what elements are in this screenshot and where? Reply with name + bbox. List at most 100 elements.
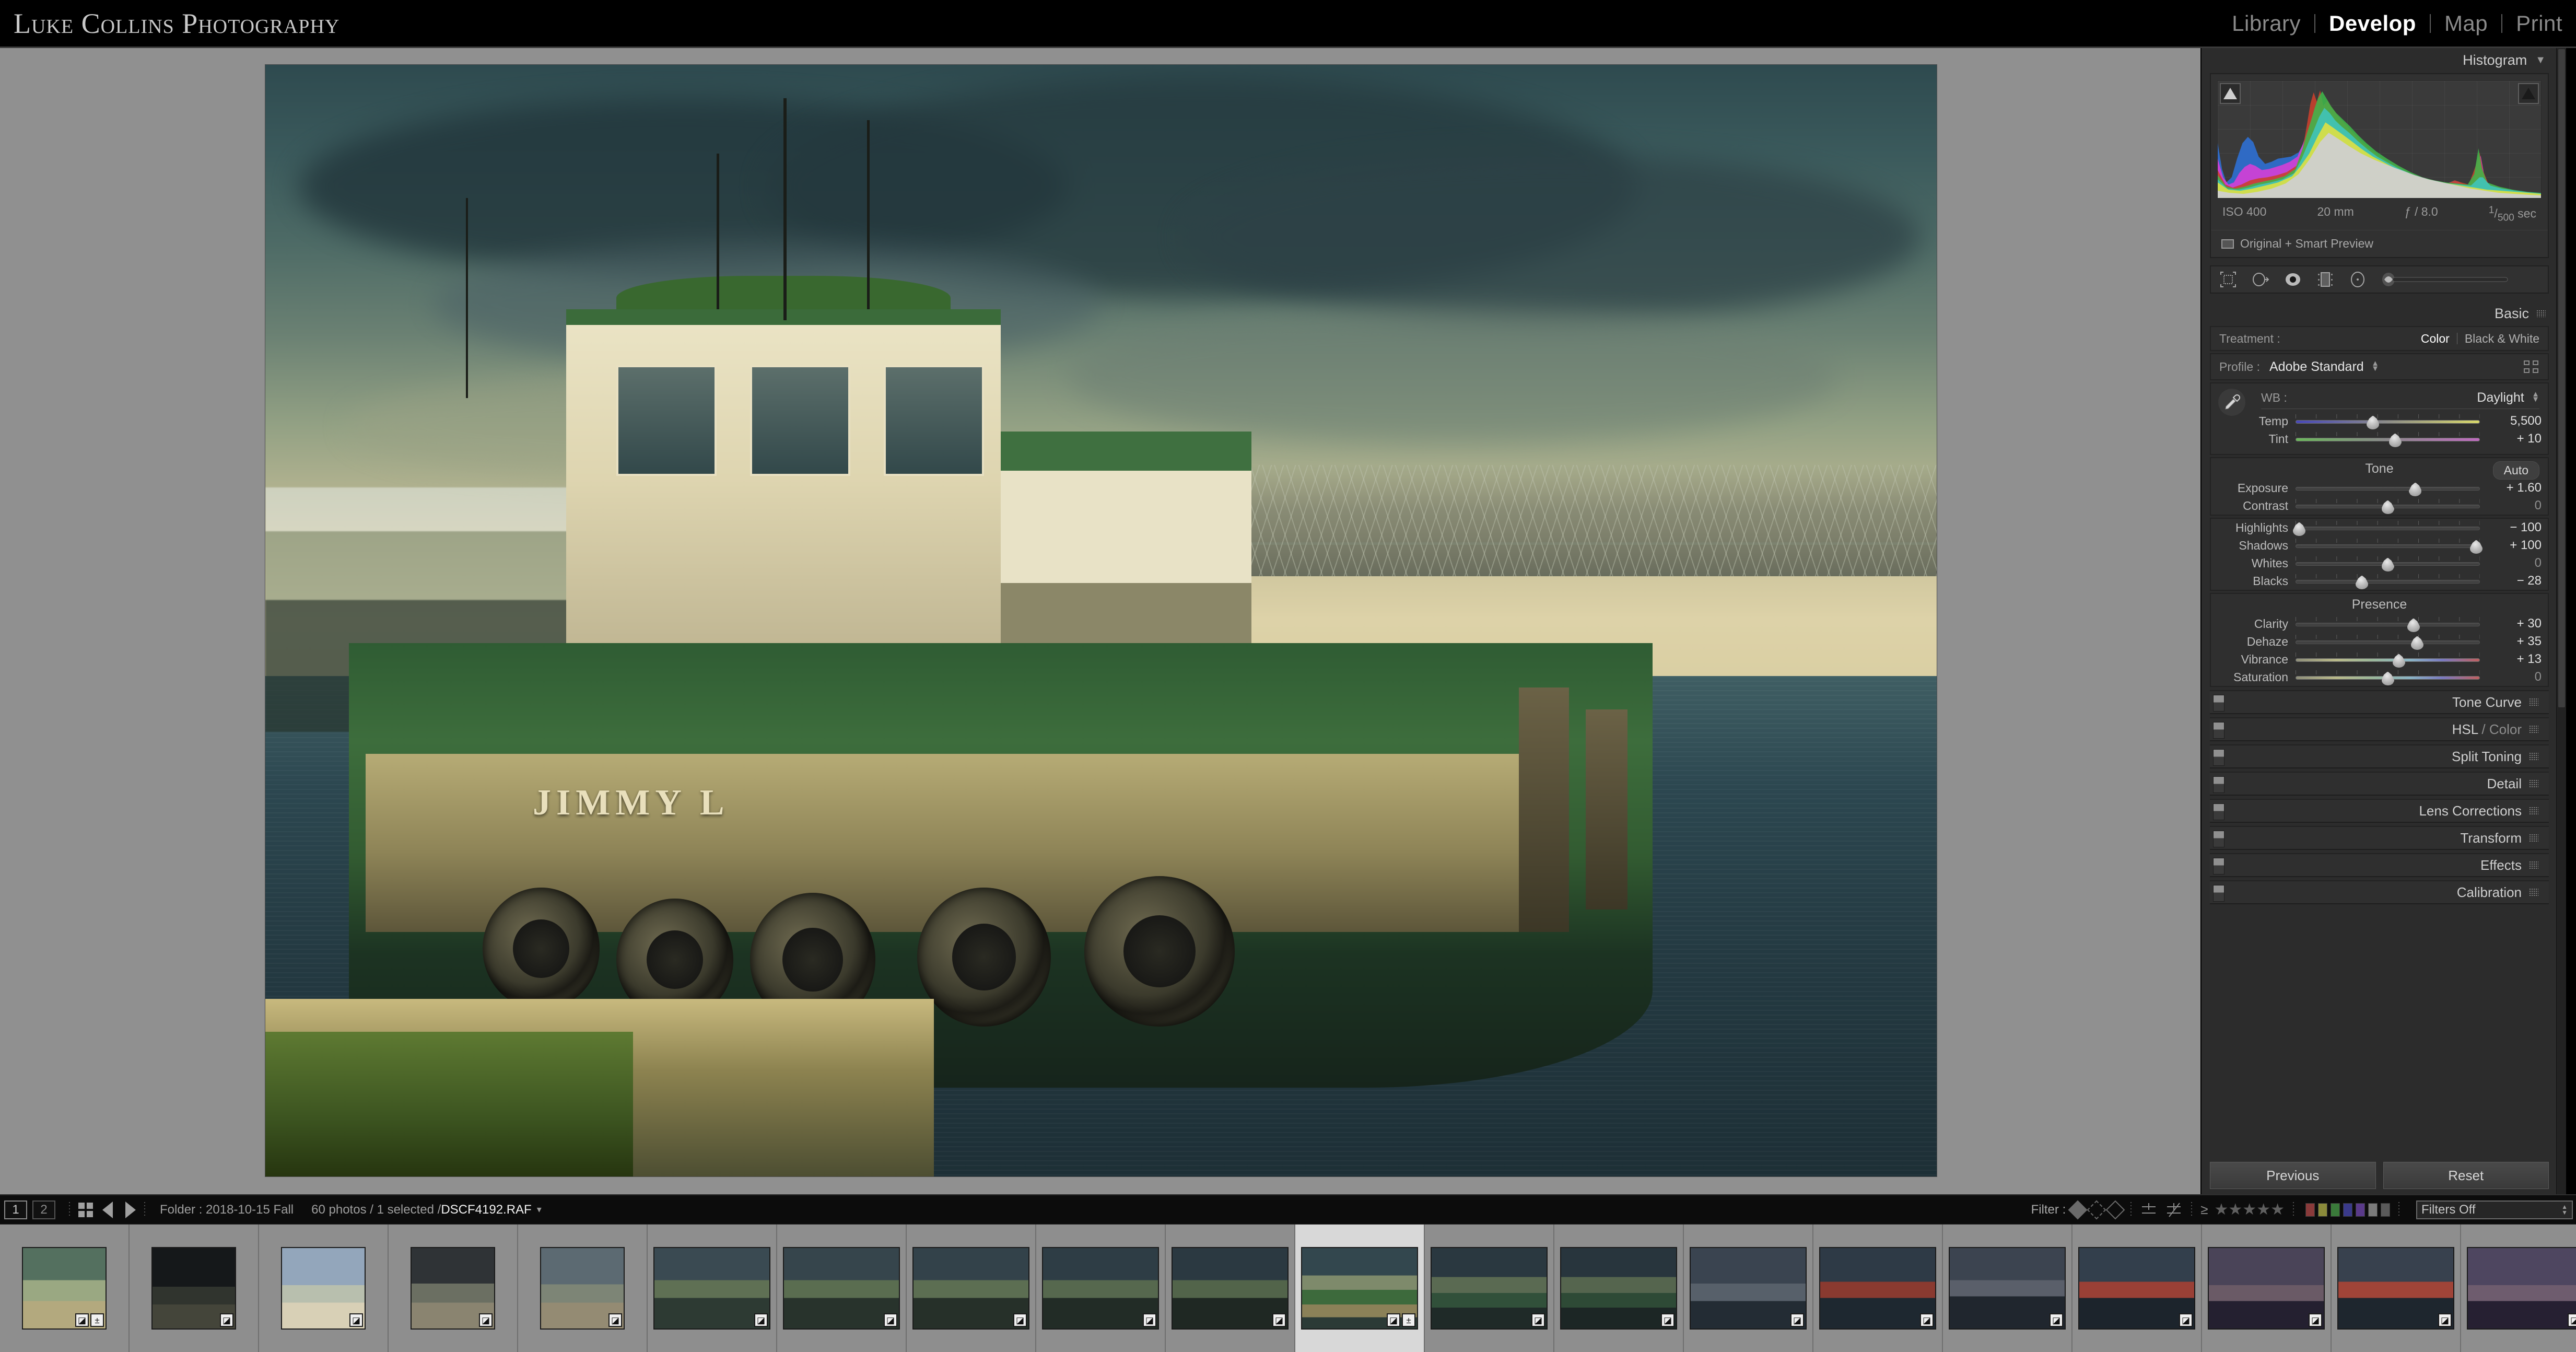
- treatment-bw-option[interactable]: Black & White: [2465, 332, 2539, 346]
- crop-badge-icon[interactable]: ◪: [2438, 1313, 2452, 1327]
- filmstrip-cell[interactable]: ◪: [2202, 1225, 2332, 1352]
- slider-dehaze[interactable]: Dehaze + 35: [2211, 633, 2548, 651]
- profile-browser-icon[interactable]: [2524, 360, 2539, 374]
- thumbnail[interactable]: ◪: [653, 1247, 770, 1330]
- crop-badge-icon[interactable]: ◪: [2050, 1313, 2063, 1327]
- panel-hsl-color[interactable]: HSL / Color: [2210, 717, 2549, 742]
- color-label-blue[interactable]: [2343, 1203, 2352, 1217]
- slider-value[interactable]: + 35: [2480, 634, 2542, 649]
- chevron-updown-icon[interactable]: ▲ ▼: [2371, 359, 2379, 372]
- crop-badge-icon[interactable]: ◪: [1920, 1313, 1934, 1327]
- filmstrip-cell[interactable]: ◪: [1684, 1225, 1813, 1352]
- triangle-down-icon[interactable]: ▼: [2535, 54, 2546, 66]
- adjustment-brush-tool[interactable]: [2381, 271, 2508, 288]
- identity-plate[interactable]: Luke Collins Photography: [0, 7, 339, 40]
- panel-switch-icon[interactable]: [2213, 858, 2224, 875]
- crop-badge-icon[interactable]: ◪: [2568, 1313, 2576, 1327]
- thumbnail[interactable]: ◪: [912, 1247, 1029, 1330]
- smart-preview-status[interactable]: Original + Smart Preview: [2211, 230, 2548, 257]
- wb-value[interactable]: Daylight: [2477, 390, 2524, 405]
- slider-value[interactable]: 0: [2480, 556, 2542, 570]
- slider-blacks[interactable]: Blacks − 28: [2211, 572, 2548, 590]
- filmstrip-cell[interactable]: ◪: [777, 1225, 907, 1352]
- crop-badge-icon[interactable]: ◪: [1387, 1313, 1400, 1327]
- crop-badge-icon[interactable]: ◪: [479, 1313, 493, 1327]
- edited-filter-icon[interactable]: [2140, 1201, 2158, 1219]
- module-map[interactable]: Map: [2431, 11, 2501, 36]
- thumbnail[interactable]: ◪ ±: [22, 1247, 107, 1330]
- thumbnail[interactable]: ◪: [2467, 1247, 2576, 1330]
- slider-knob[interactable]: [2408, 482, 2422, 497]
- crop-badge-icon[interactable]: ◪: [349, 1313, 363, 1327]
- crop-badge-icon[interactable]: ◪: [1272, 1313, 1286, 1327]
- crop-badge-icon[interactable]: ◪: [754, 1313, 768, 1327]
- thumbnail[interactable]: ◪: [1431, 1247, 1548, 1330]
- histogram-header[interactable]: Histogram ▼: [2202, 48, 2557, 72]
- slider-highlights[interactable]: Highlights − 100: [2211, 519, 2548, 537]
- crop-badge-icon[interactable]: ◪: [2179, 1313, 2193, 1327]
- slider-value[interactable]: + 100: [2480, 538, 2542, 553]
- white-balance-selector-icon[interactable]: [2218, 389, 2245, 416]
- thumbnail[interactable]: ◪: [2337, 1247, 2454, 1330]
- panel-lens-corrections[interactable]: Lens Corrections: [2210, 799, 2549, 823]
- grid-view-icon[interactable]: [78, 1202, 93, 1217]
- panel-detail[interactable]: Detail: [2210, 772, 2549, 796]
- slider-contrast[interactable]: Contrast 0: [2211, 497, 2548, 515]
- flag-picked-icon[interactable]: [2068, 1200, 2088, 1219]
- spot-removal-tool[interactable]: [2252, 271, 2269, 288]
- thumbnail[interactable]: ◪: [1949, 1247, 2066, 1330]
- filmstrip-cell[interactable]: ◪: [1166, 1225, 1295, 1352]
- filmstrip-cell[interactable]: ◪: [907, 1225, 1036, 1352]
- filmstrip-cell[interactable]: ◪: [259, 1225, 389, 1352]
- adjustment-badge-icon[interactable]: ±: [1402, 1313, 1415, 1327]
- panel-effects[interactable]: Effects: [2210, 853, 2549, 878]
- crop-badge-icon[interactable]: ◪: [220, 1313, 233, 1327]
- crop-badge-icon[interactable]: ◪: [1790, 1313, 1804, 1327]
- filmstrip-cell[interactable]: ◪: [389, 1225, 518, 1352]
- filmstrip-cell[interactable]: ◪: [648, 1225, 777, 1352]
- slider-value[interactable]: 0: [2480, 670, 2542, 684]
- thumbnail[interactable]: ◪: [1172, 1247, 1289, 1330]
- shadow-clipping-icon[interactable]: [2220, 83, 2241, 104]
- reset-button[interactable]: Reset: [2383, 1162, 2549, 1189]
- slider-vibrance[interactable]: Vibrance + 13: [2211, 650, 2548, 669]
- slider-track[interactable]: [2296, 640, 2480, 645]
- panel-switch-icon[interactable]: [2213, 803, 2224, 821]
- slider-saturation[interactable]: Saturation 0: [2211, 668, 2548, 686]
- flag-unflagged-icon[interactable]: [2087, 1200, 2106, 1219]
- slider-track[interactable]: [2296, 580, 2480, 584]
- color-label-yellow[interactable]: [2318, 1203, 2327, 1217]
- thumbnail[interactable]: ◪: [411, 1247, 495, 1330]
- crop-badge-icon[interactable]: ◪: [1531, 1313, 1545, 1327]
- slider-whites[interactable]: Whites 0: [2211, 554, 2548, 573]
- thumbnail[interactable]: ◪: [1042, 1247, 1159, 1330]
- slider-value[interactable]: + 10: [2480, 432, 2542, 446]
- filmstrip-cell[interactable]: ◪: [1554, 1225, 1684, 1352]
- chevron-updown-icon[interactable]: ▲ ▼: [2561, 1204, 2568, 1216]
- crop-badge-icon[interactable]: ◪: [1661, 1313, 1675, 1327]
- thumbnail[interactable]: ◪: [151, 1247, 236, 1330]
- panel-calibration[interactable]: Calibration: [2210, 880, 2549, 905]
- filmstrip-cell[interactable]: ◪: [2461, 1225, 2576, 1352]
- panel-transform[interactable]: Transform: [2210, 826, 2549, 850]
- filmstrip[interactable]: ◪ ± ◪ ◪ ◪ ◪ ◪ ◪ ◪ ◪ ◪ ◪ ± ◪ ◪ ◪ ◪ ◪ ◪ ◪ ◪ …: [0, 1225, 2576, 1352]
- filmstrip-cell-selected[interactable]: ◪ ±: [1295, 1225, 1425, 1352]
- right-panel-scrollbar[interactable]: [2556, 48, 2566, 1194]
- panel-split-toning[interactable]: Split Toning: [2210, 744, 2549, 769]
- filmstrip-cell[interactable]: ◪: [1943, 1225, 2072, 1352]
- crop-badge-icon[interactable]: ◪: [884, 1313, 897, 1327]
- basic-panel-header[interactable]: Basic: [2202, 303, 2557, 324]
- slider-track[interactable]: [2296, 527, 2480, 531]
- thumbnail[interactable]: ◪: [783, 1247, 900, 1330]
- slider-shadows[interactable]: Shadows + 100: [2211, 537, 2548, 555]
- thumbnail[interactable]: ◪: [281, 1247, 366, 1330]
- adjustment-badge-icon[interactable]: ±: [90, 1313, 104, 1327]
- slider-track[interactable]: [2296, 544, 2480, 549]
- module-develop[interactable]: Develop: [2315, 11, 2430, 36]
- slider-track[interactable]: [2296, 420, 2480, 424]
- histogram-plot[interactable]: [2217, 80, 2542, 199]
- filmstrip-cell[interactable]: ◪: [2072, 1225, 2202, 1352]
- slider-tint[interactable]: Tint + 10: [2211, 430, 2548, 448]
- filmstrip-cell[interactable]: ◪: [1813, 1225, 1943, 1352]
- chevron-updown-icon[interactable]: ▲ ▼: [2532, 390, 2539, 403]
